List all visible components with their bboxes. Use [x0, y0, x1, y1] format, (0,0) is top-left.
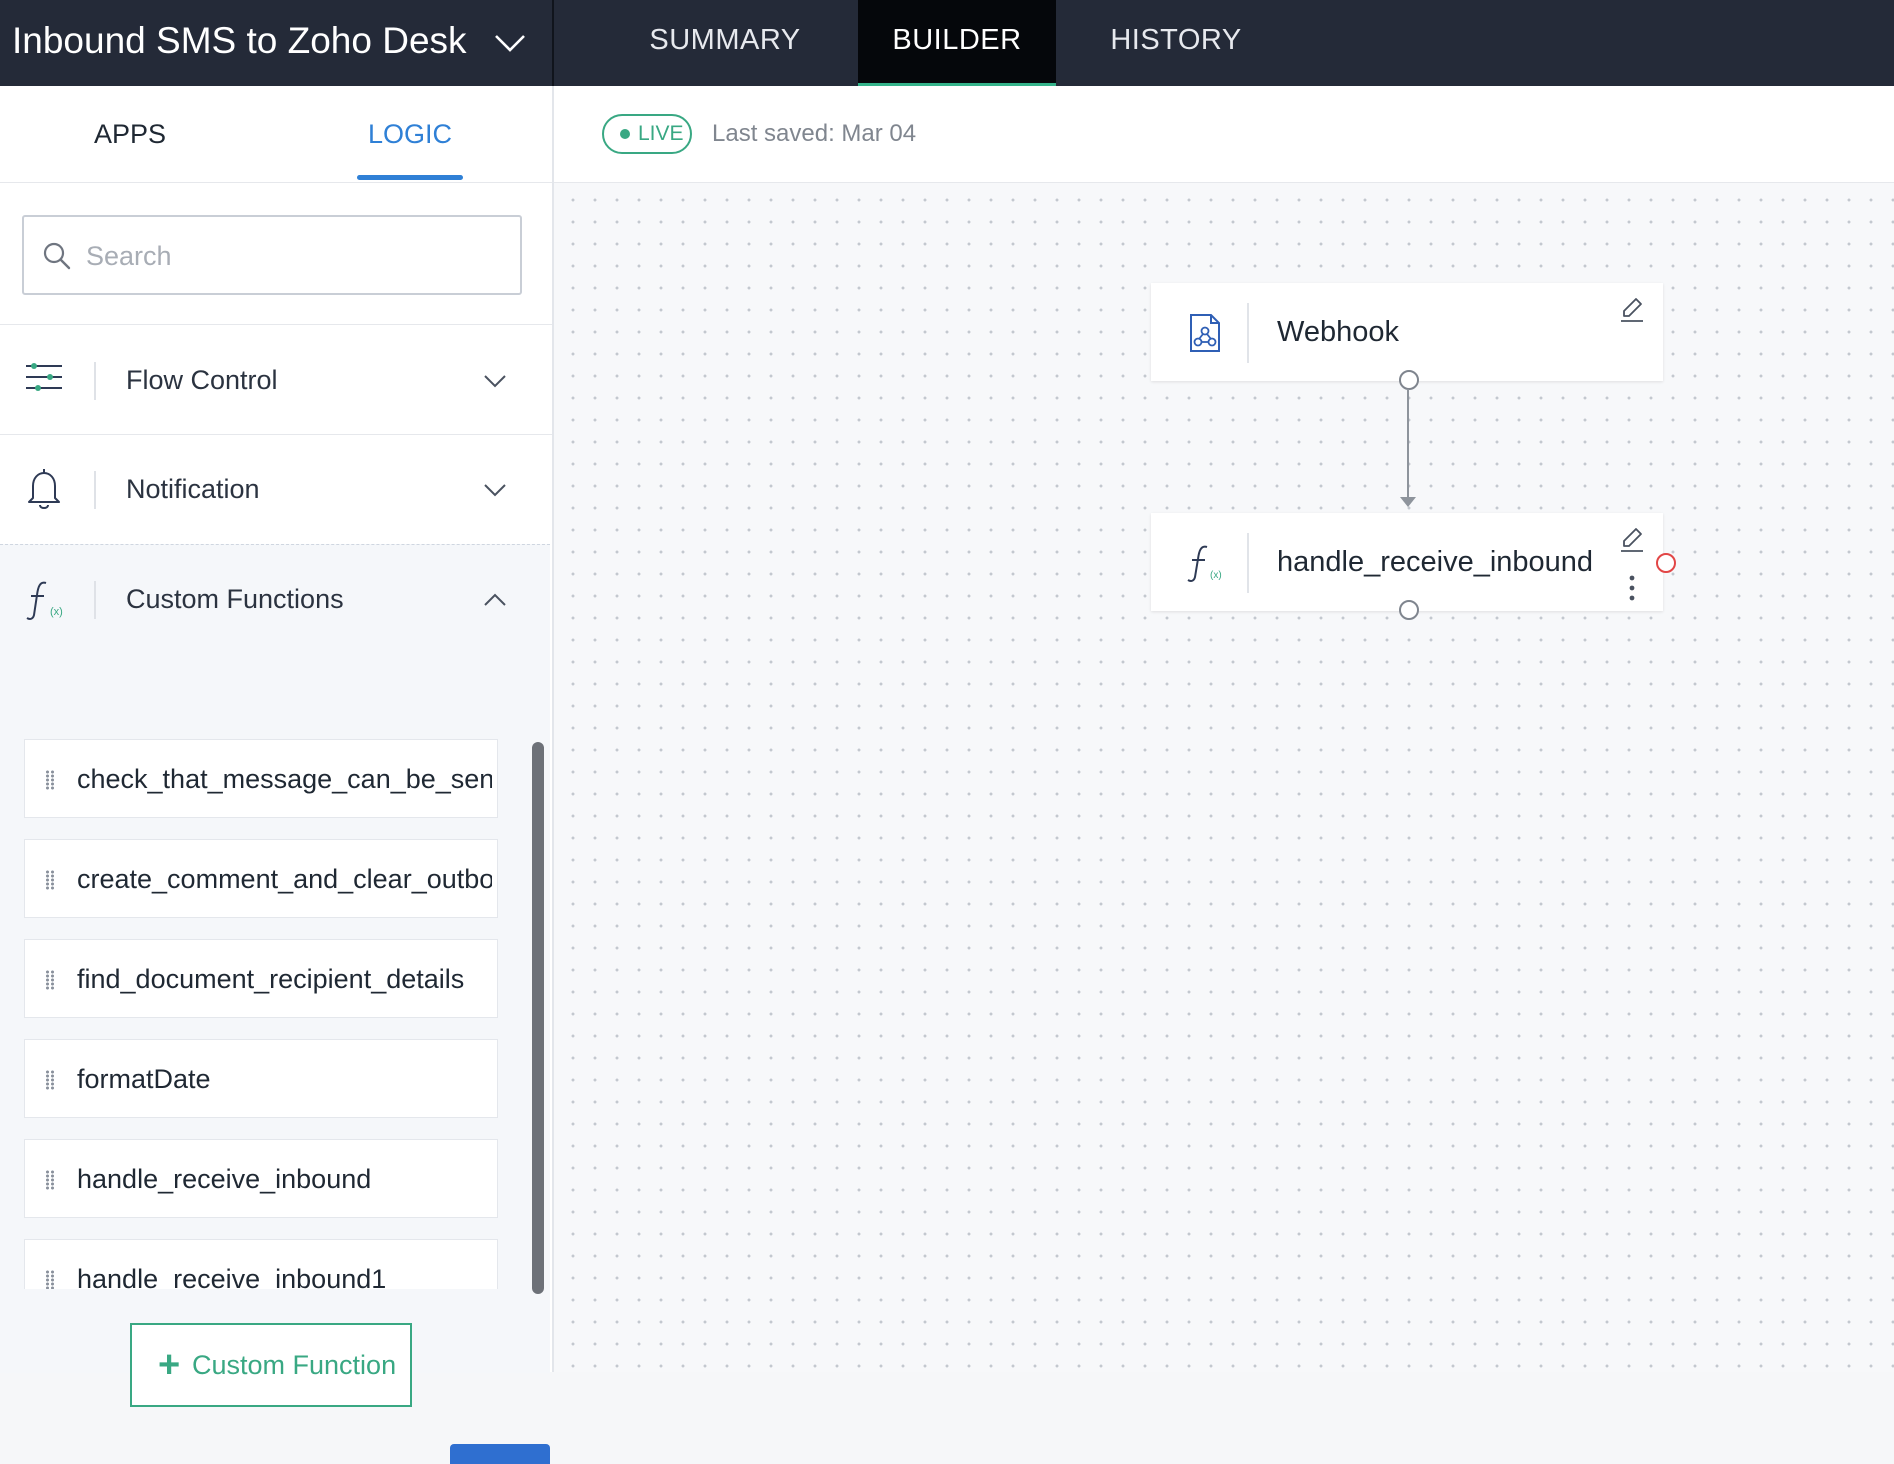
- webhook-node[interactable]: Webhook: [1151, 283, 1663, 381]
- divider: [0, 324, 552, 325]
- live-status-badge: LIVE: [602, 114, 692, 154]
- section-label: Custom Functions: [126, 584, 344, 614]
- custom-function-item[interactable]: create_comment_and_clear_outbound: [24, 839, 498, 918]
- add-custom-function-label: Custom Function: [192, 1350, 397, 1380]
- drag-handle-icon[interactable]: [45, 1170, 55, 1190]
- custom-functions-list: check_that_message_can_be_sent create_co…: [24, 739, 498, 1289]
- scrollbar-thumb[interactable]: [532, 742, 544, 1294]
- custom-functions-panel: (x) Custom Functions check_that_message_…: [0, 544, 550, 1373]
- scrollbar[interactable]: [532, 742, 544, 1294]
- sliders-icon: [26, 363, 62, 391]
- webhook-icon: [1190, 314, 1220, 352]
- section-custom-functions[interactable]: (x) Custom Functions: [0, 545, 552, 653]
- connector-arrow-icon: [1400, 497, 1416, 507]
- live-dot-icon: [620, 129, 630, 139]
- custom-function-label: check_that_message_can_be_sent: [77, 764, 492, 794]
- status-bar: LIVE Last saved: Mar 04: [554, 86, 1894, 183]
- divider: [0, 182, 552, 183]
- custom-function-item[interactable]: find_document_recipient_details: [24, 939, 498, 1018]
- function-icon: (x): [1187, 545, 1222, 582]
- error-output-port[interactable]: [1656, 553, 1676, 573]
- chevron-down-icon[interactable]: [490, 23, 530, 63]
- search-icon: [43, 242, 71, 270]
- custom-function-item[interactable]: check_that_message_can_be_sent: [24, 739, 498, 818]
- plus-icon: +: [158, 1344, 181, 1386]
- chevron-down-icon[interactable]: [480, 366, 510, 396]
- connector-line: [1407, 389, 1409, 497]
- chevron-down-icon[interactable]: [480, 475, 510, 505]
- drag-handle-icon[interactable]: [45, 1270, 55, 1289]
- custom-function-item[interactable]: handle_receive_inbound1: [24, 1239, 498, 1289]
- add-custom-function-button[interactable]: + Custom Function: [130, 1323, 412, 1407]
- divider: [94, 471, 96, 509]
- more-options-icon[interactable]: [1625, 573, 1639, 603]
- top-bar: Inbound SMS to Zoho Desk SUMMARY BUILDER…: [0, 0, 1894, 86]
- topbar-divider: [552, 0, 554, 86]
- function-icon: (x): [26, 581, 63, 620]
- tab-history[interactable]: HISTORY: [1072, 0, 1280, 86]
- sidebar-tab-apps[interactable]: APPS: [60, 86, 200, 182]
- divider: [1247, 303, 1249, 363]
- divider: [1247, 533, 1249, 593]
- bottom-tab[interactable]: [450, 1444, 550, 1464]
- drag-handle-icon[interactable]: [45, 870, 55, 890]
- divider: [94, 362, 96, 400]
- section-label: Notification: [126, 474, 260, 504]
- divider: [94, 581, 96, 619]
- drag-handle-icon[interactable]: [45, 770, 55, 790]
- drag-handle-icon[interactable]: [45, 970, 55, 990]
- sidebar: APPS LOGIC Flow Control: [0, 86, 554, 1464]
- section-flow-control[interactable]: Flow Control: [0, 326, 552, 434]
- edit-pencil-icon[interactable]: [1617, 525, 1647, 555]
- section-notification[interactable]: Notification: [0, 435, 552, 543]
- chevron-up-icon[interactable]: [480, 585, 510, 615]
- webhook-output-port[interactable]: [1399, 370, 1419, 390]
- drag-handle-icon[interactable]: [45, 1070, 55, 1090]
- active-tab-indicator: [357, 175, 463, 180]
- bell-icon: [28, 469, 60, 509]
- function-output-port[interactable]: [1399, 600, 1419, 620]
- svg-text:(x): (x): [50, 606, 63, 618]
- flow-canvas[interactable]: Webhook (x) handle_receive_inbound: [554, 183, 1894, 1372]
- custom-function-item[interactable]: handle_receive_inbound: [24, 1139, 498, 1218]
- svg-text:(x): (x): [1210, 570, 1222, 581]
- node-title: handle_receive_inbound: [1277, 546, 1594, 578]
- tab-summary[interactable]: SUMMARY: [614, 0, 836, 86]
- search-input[interactable]: [84, 217, 508, 295]
- flow-title: Inbound SMS to Zoho Desk: [12, 20, 467, 61]
- custom-function-label: create_comment_and_clear_outbound: [77, 864, 492, 894]
- tab-builder[interactable]: BUILDER: [858, 0, 1056, 86]
- search-box: [22, 215, 522, 295]
- custom-function-label: find_document_recipient_details: [77, 964, 465, 994]
- function-node[interactable]: (x) handle_receive_inbound: [1151, 513, 1663, 611]
- live-label: LIVE: [638, 122, 684, 145]
- node-title: Webhook: [1277, 316, 1399, 348]
- sidebar-tab-logic[interactable]: LOGIC: [355, 86, 465, 182]
- edit-pencil-icon[interactable]: [1617, 295, 1647, 325]
- custom-function-label: handle_receive_inbound1: [77, 1264, 387, 1289]
- custom-function-label: formatDate: [77, 1064, 211, 1094]
- last-saved-text: Last saved: Mar 04: [712, 120, 917, 147]
- section-label: Flow Control: [126, 365, 278, 395]
- custom-function-item[interactable]: formatDate: [24, 1039, 498, 1118]
- custom-function-label: handle_receive_inbound: [77, 1164, 372, 1194]
